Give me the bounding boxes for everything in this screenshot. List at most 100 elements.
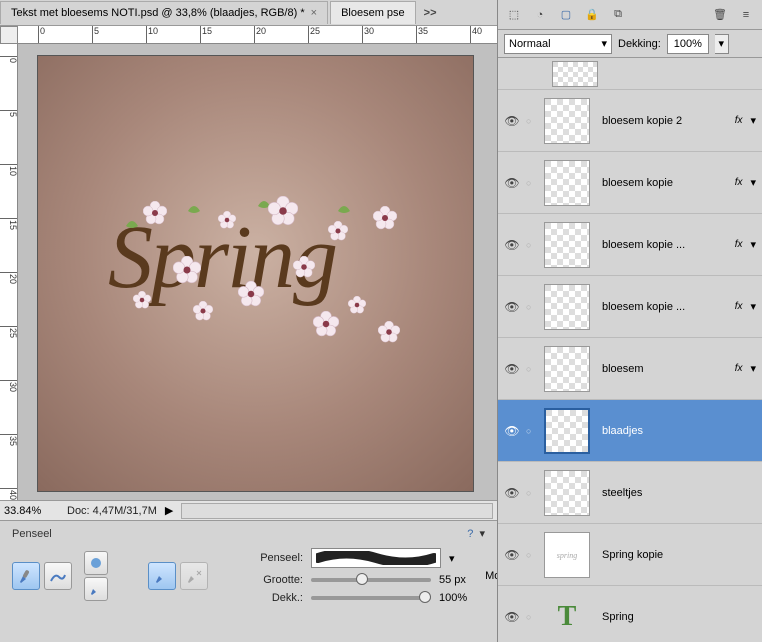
fx-expand-icon[interactable]: ▾ [750,362,756,375]
layer-thumbnail[interactable] [544,222,590,268]
lock-icon[interactable]: 🔒 [582,5,602,25]
close-icon[interactable]: × [311,7,317,19]
lock-toggle-icon[interactable]: ○ [526,178,538,188]
lock-toggle-icon[interactable]: ○ [526,612,538,622]
layer-row[interactable]: 👁 ○ spring Spring kopie [498,524,762,586]
new-group-icon[interactable]: ◔ [530,5,550,25]
document-info[interactable]: Doc: 4,47M/31,7M [67,505,157,517]
lock-toggle-icon[interactable]: ○ [526,116,538,126]
tabs-overflow[interactable]: >> [418,7,443,19]
fx-indicator[interactable]: fx [735,115,745,126]
visibility-icon[interactable]: 👁 [504,486,520,500]
visibility-icon[interactable]: 👁 [504,424,520,438]
fx-indicator[interactable]: fx [735,239,745,250]
layer-thumbnail[interactable]: spring [544,532,590,578]
ruler-tick: 25 [308,26,320,44]
visibility-icon[interactable]: 👁 [504,548,520,562]
fx-indicator[interactable]: fx [735,301,745,312]
tab-label: Bloesem pse [341,7,405,19]
brush-opacity-slider[interactable] [311,596,431,600]
brush-size-value[interactable]: 55 px [439,574,466,586]
layer-thumbnail[interactable] [544,284,590,330]
ruler-horizontal[interactable]: 0510152025303540 [18,26,497,44]
lock-toggle-icon[interactable]: ○ [526,426,538,436]
layer-name[interactable]: steeltjes [596,487,756,499]
ruler-origin[interactable] [0,26,18,44]
layer-name[interactable]: bloesem kopie [596,177,729,189]
lock-toggle-icon[interactable]: ○ [526,240,538,250]
new-layer-icon[interactable]: ⬚ [504,5,524,25]
fx-indicator[interactable]: fx [735,363,745,374]
layer-row[interactable]: 👁 ○ T Spring [498,586,762,642]
fx-indicator[interactable]: fx [735,177,745,188]
layer-thumbnail[interactable] [544,160,590,206]
brush-size-slider[interactable] [311,578,431,582]
layer-row[interactable]: 👁 ○ bloesem kopie fx ▾ [498,152,762,214]
status-bar: 33.84% Doc: 4,47M/31,7M ▶ [0,500,497,520]
layer-name[interactable]: bloesem kopie ... [596,239,729,251]
brush-tool-button[interactable] [12,562,40,590]
visibility-icon[interactable]: 👁 [504,114,520,128]
fx-expand-icon[interactable]: ▾ [750,176,756,189]
layers-list[interactable]: 👁 ○ bloesem kopie 2 fx ▾ 👁 ○ bloesem kopie fx ▾ 👁 ○… [498,58,762,642]
opacity-slider-toggle[interactable]: ▾ [715,34,729,54]
document-tab[interactable]: Bloesem pse [330,1,416,24]
layer-name[interactable]: bloesem kopie ... [596,301,729,313]
layer-name[interactable]: bloesem [596,363,729,375]
canvas-area[interactable]: Spring [18,44,497,500]
eraser-brush-button[interactable] [180,562,208,590]
layer-row[interactable]: 👁 ○ blaadjes [498,400,762,462]
pencil-tool-button[interactable] [84,577,108,601]
visibility-icon[interactable]: 👁 [504,610,520,624]
lock-toggle-icon[interactable]: ○ [526,488,538,498]
fx-expand-icon[interactable]: ▾ [750,238,756,251]
layer-thumbnail[interactable] [544,98,590,144]
scrollbar-horizontal[interactable] [181,503,493,519]
panel-menu-icon[interactable]: ≡ [736,5,756,25]
normal-brush-button[interactable] [148,562,176,590]
layer-name[interactable]: Spring [596,611,756,623]
panel-menu-icon[interactable]: ▾ [479,528,485,540]
trash-icon[interactable]: 🗑 [710,5,730,25]
document-tab-active[interactable]: Tekst met bloesems NOTI.psd @ 33,8% (bla… [0,1,328,24]
status-menu-arrow[interactable]: ▶ [165,504,173,517]
layer-name[interactable]: blaadjes [596,425,756,437]
layer-row[interactable]: 👁 ○ bloesem kopie ... fx ▾ [498,276,762,338]
visibility-icon[interactable]: 👁 [504,300,520,314]
canvas[interactable]: Spring [38,56,473,491]
layer-thumbnail[interactable] [544,346,590,392]
layer-name[interactable]: Spring kopie [596,549,756,561]
brush-opacity-value[interactable]: 100% [439,592,467,604]
blend-mode-select[interactable]: Normaal ▾ [504,34,612,54]
layer-thumbnail[interactable]: T [544,594,590,640]
color-replace-brush-button[interactable] [84,551,108,575]
layer-thumbnail[interactable] [544,408,590,454]
visibility-icon[interactable]: 👁 [504,238,520,252]
fx-expand-icon[interactable]: ▾ [750,300,756,313]
panel-title: Penseel [12,528,52,540]
layer-mask-thumb[interactable] [498,58,762,90]
layer-row[interactable]: 👁 ○ bloesem kopie ... fx ▾ [498,214,762,276]
layer-row[interactable]: 👁 ○ bloesem kopie 2 fx ▾ [498,90,762,152]
visibility-icon[interactable]: 👁 [504,176,520,190]
document-tabs: Tekst met bloesems NOTI.psd @ 33,8% (bla… [0,0,497,26]
visibility-icon[interactable]: 👁 [504,362,520,376]
brush-preset-picker[interactable] [311,548,441,568]
zoom-level[interactable]: 33.84% [4,505,59,517]
lock-toggle-icon[interactable]: ○ [526,364,538,374]
chevron-down-icon[interactable]: ▾ [449,552,455,565]
chevron-down-icon: ▾ [601,37,607,50]
link-icon[interactable]: ⧉ [608,5,628,25]
adjustment-icon[interactable]: ▢ [556,5,576,25]
ruler-vertical[interactable]: 0510152025303540 [0,44,18,500]
opacity-input[interactable] [667,34,709,54]
layer-row[interactable]: 👁 ○ steeltjes [498,462,762,524]
layer-name[interactable]: bloesem kopie 2 [596,115,729,127]
lock-toggle-icon[interactable]: ○ [526,302,538,312]
help-icon[interactable]: ? [467,528,473,540]
layer-row[interactable]: 👁 ○ bloesem fx ▾ [498,338,762,400]
fx-expand-icon[interactable]: ▾ [750,114,756,127]
impressionist-brush-button[interactable] [44,562,72,590]
lock-toggle-icon[interactable]: ○ [526,550,538,560]
layer-thumbnail[interactable] [544,470,590,516]
